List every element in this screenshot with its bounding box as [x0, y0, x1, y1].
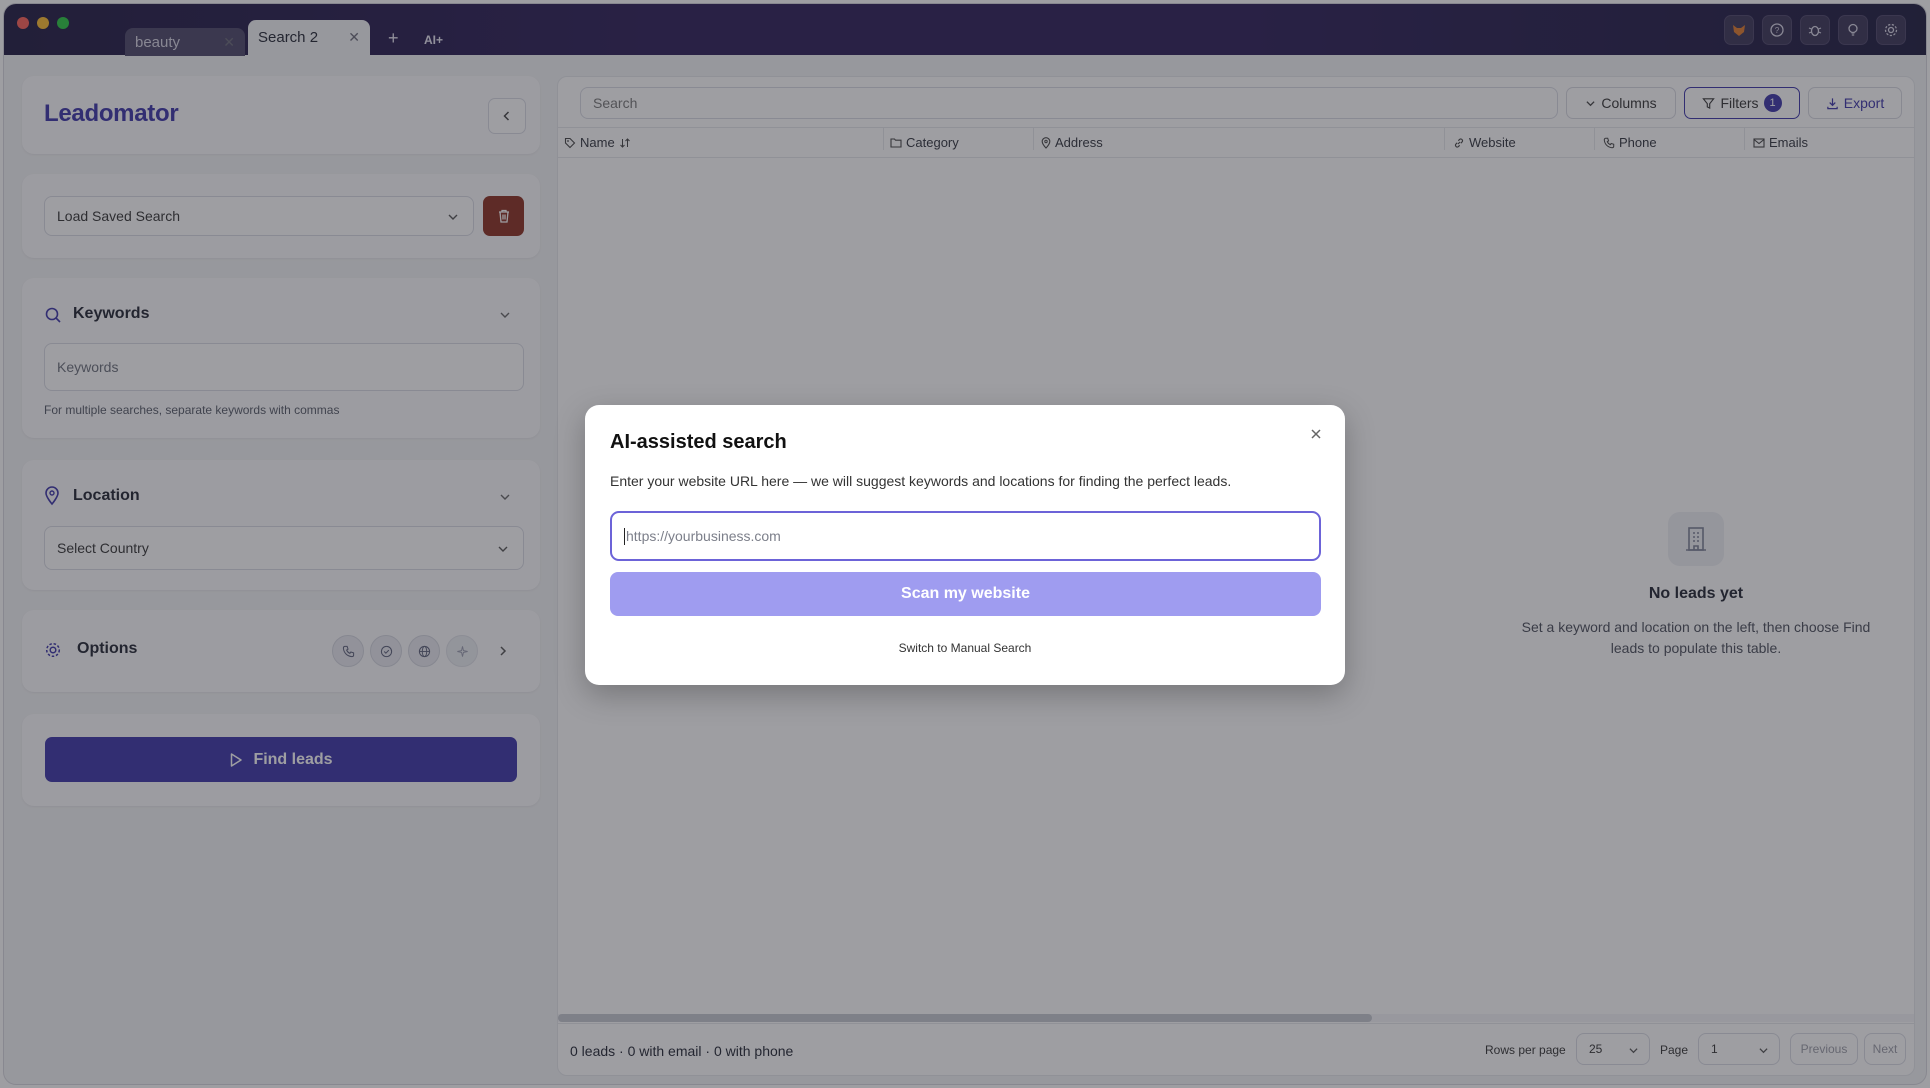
website-url-placeholder: https://yourbusiness.com — [626, 528, 781, 544]
text-caret — [624, 527, 625, 545]
switch-manual-search-label: Switch to Manual Search — [898, 641, 1032, 655]
scan-website-label: Scan my website — [901, 585, 1030, 602]
dialog-title: AI-assisted search — [610, 431, 787, 453]
ai-search-dialog: AI-assisted search Enter your website UR… — [585, 405, 1345, 685]
scan-website-button[interactable]: Scan my website — [610, 572, 1321, 616]
dialog-description: Enter your website URL here — we will su… — [610, 473, 1232, 489]
switch-manual-search-link[interactable]: Switch to Manual Search — [585, 641, 1345, 655]
close-icon[interactable] — [1309, 427, 1323, 441]
website-url-input[interactable]: https://yourbusiness.com — [610, 511, 1321, 561]
